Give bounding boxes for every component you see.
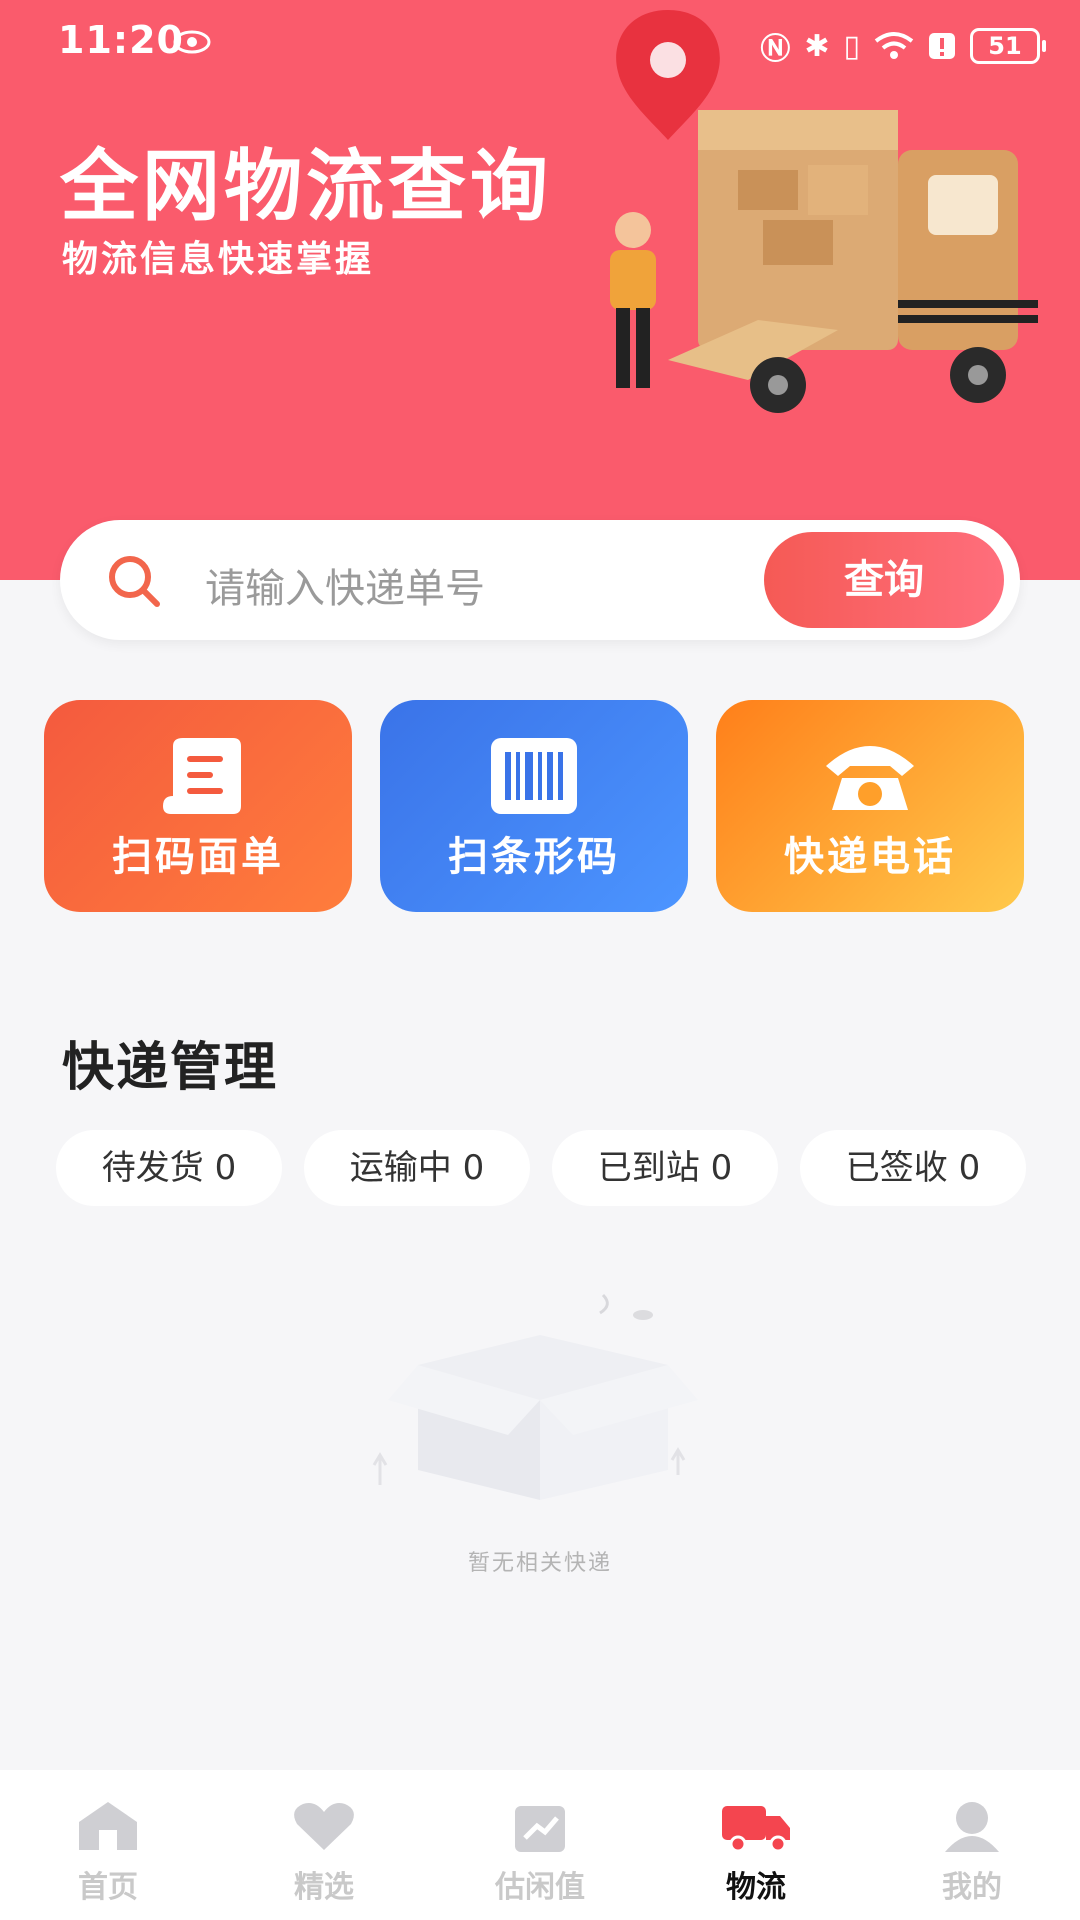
valuation-icon xyxy=(515,1806,565,1852)
scan-barcode-tile[interactable]: 扫条形码 xyxy=(380,700,688,912)
tracking-search-bar: 请输入快递单号 查询 xyxy=(60,520,1020,640)
tab-label: 首页 xyxy=(78,1870,138,1905)
hero-title: 全网物流查询 xyxy=(60,142,553,232)
barcode-icon xyxy=(491,738,577,814)
tab-logistics[interactable]: 物流 xyxy=(648,1770,864,1920)
tab-label: 我的 xyxy=(942,1870,1002,1905)
tab-home[interactable]: 首页 xyxy=(0,1770,216,1920)
eye-icon xyxy=(173,30,211,54)
tab-valuation[interactable]: 估闲值 xyxy=(432,1770,648,1920)
courier-phone-tile[interactable]: 快递电话 xyxy=(716,700,1024,912)
truck-icon xyxy=(722,1806,790,1853)
heart-icon xyxy=(294,1803,354,1850)
filter-signed[interactable]: 已签收 0 xyxy=(800,1130,1026,1206)
receipt-icon xyxy=(163,738,241,814)
search-icon xyxy=(109,556,160,607)
tracking-number-input[interactable]: 请输入快递单号 xyxy=(205,556,485,614)
filter-in-transit[interactable]: 运输中 0 xyxy=(304,1130,530,1206)
section-title: 快递管理 xyxy=(62,1038,279,1098)
query-button[interactable]: 查询 xyxy=(764,532,1004,628)
filter-arrived[interactable]: 已到站 0 xyxy=(552,1130,778,1206)
tile-label: 扫码面单 xyxy=(112,834,284,880)
bottom-tab-bar: 首页 精选 估闲值 物流 我的 xyxy=(0,1770,1080,1920)
tile-label: 扫条形码 xyxy=(448,834,620,880)
tab-label: 估闲值 xyxy=(495,1870,585,1905)
tab-profile[interactable]: 我的 xyxy=(864,1770,1080,1920)
empty-state-text: 暂无相关快递 xyxy=(467,1551,612,1576)
tile-label: 快递电话 xyxy=(784,834,956,880)
empty-box-icon xyxy=(372,1293,698,1500)
filter-pending-shipment[interactable]: 待发货 0 xyxy=(56,1130,282,1206)
home-icon xyxy=(79,1802,137,1850)
tab-featured[interactable]: 精选 xyxy=(216,1770,432,1920)
delivery-truck-illustration xyxy=(610,10,1038,413)
tab-label: 物流 xyxy=(726,1870,786,1905)
tab-label: 精选 xyxy=(294,1870,354,1905)
telephone-icon xyxy=(826,746,914,810)
status-time: 11:20 xyxy=(58,18,184,62)
hero-subtitle: 物流信息快速掌握 xyxy=(62,239,375,280)
scan-waybill-tile[interactable]: 扫码面单 xyxy=(44,700,352,912)
profile-icon xyxy=(945,1802,999,1852)
